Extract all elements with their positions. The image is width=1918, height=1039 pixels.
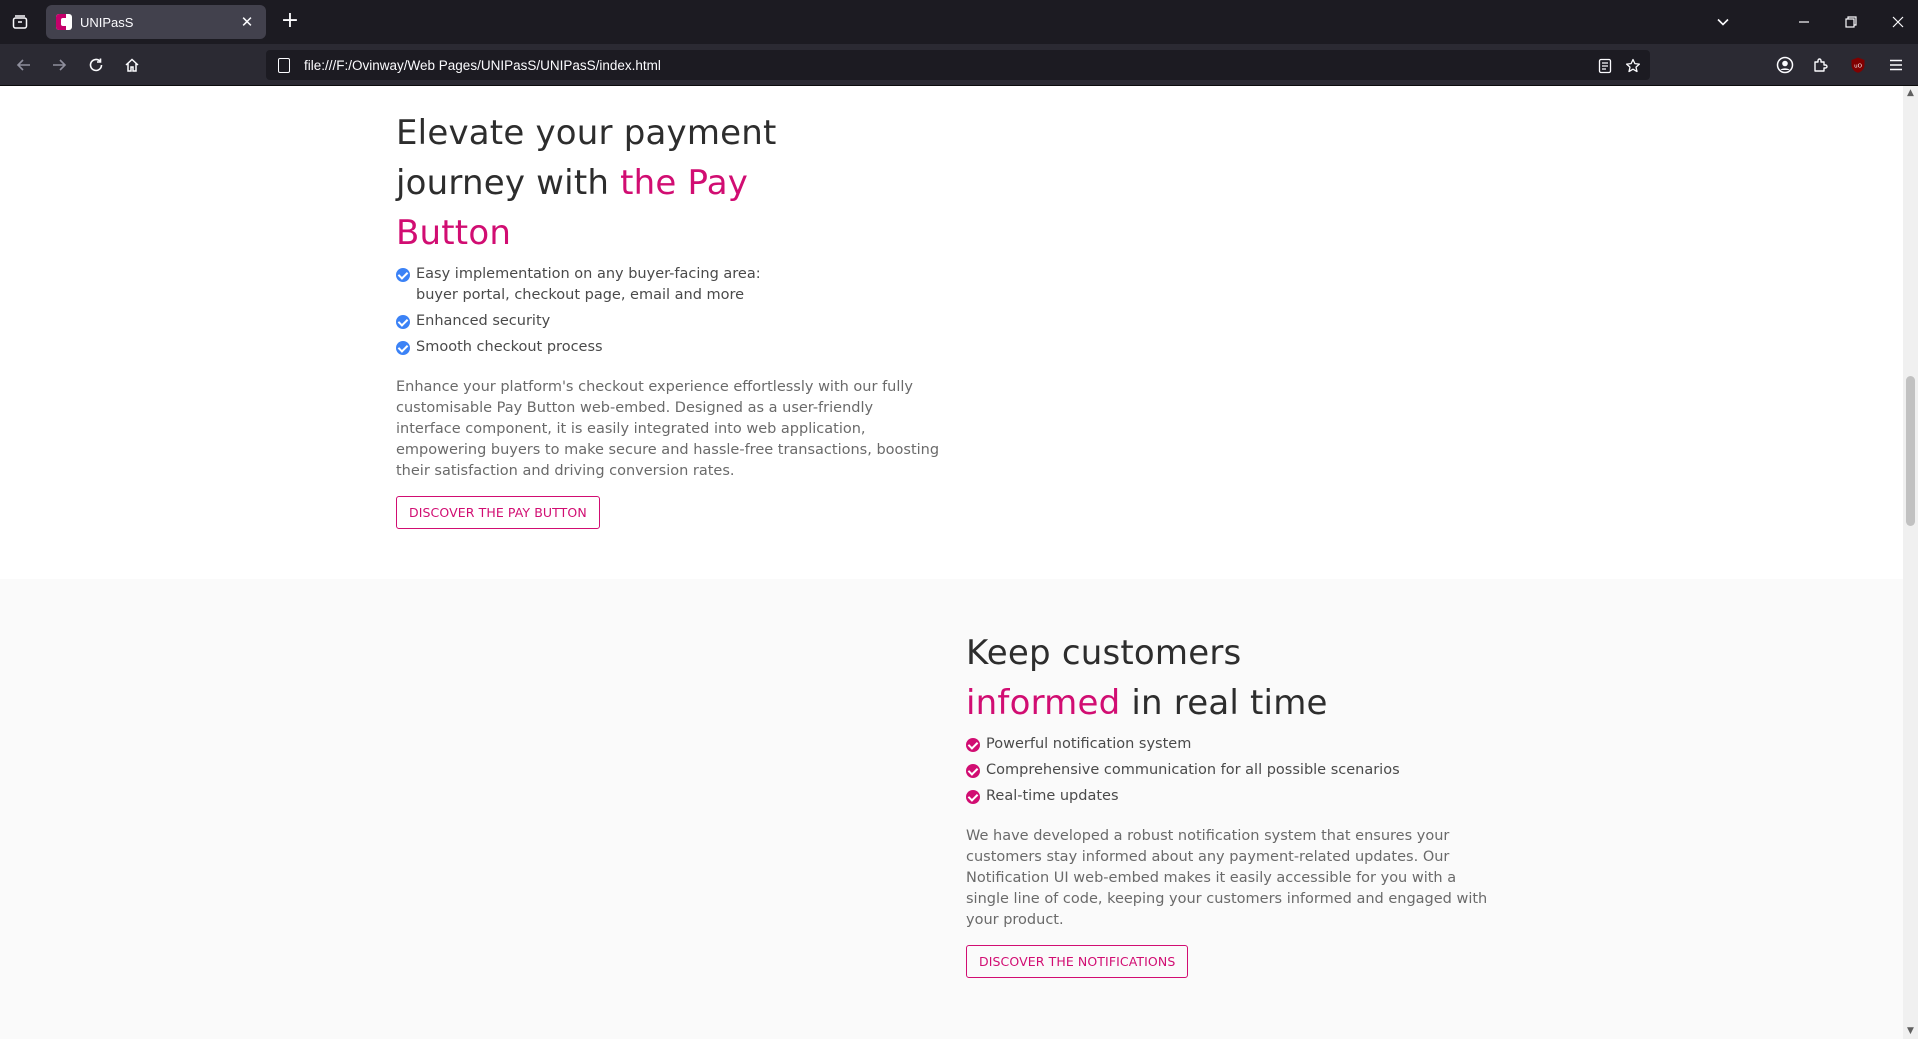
scroll-up-icon[interactable]: ▲ bbox=[1906, 88, 1915, 98]
arrow-left-icon[interactable] bbox=[12, 53, 36, 77]
home-icon[interactable] bbox=[120, 53, 144, 77]
notifications-section: Keep customers informed in real time Pow… bbox=[0, 579, 1903, 1039]
browser-tab-active[interactable]: UNIPasS ✕ bbox=[46, 5, 266, 39]
discover-pay-button-button[interactable]: DISCOVER THE PAY BUTTON bbox=[396, 496, 600, 529]
notifications-content: Keep customers informed in real time Pow… bbox=[966, 628, 1496, 978]
list-item: Real-time updates bbox=[966, 786, 1496, 807]
list-item: Smooth checkout process bbox=[396, 337, 941, 358]
scrollbar-thumb[interactable] bbox=[1906, 376, 1915, 526]
ublock-origin-icon[interactable]: uO bbox=[1846, 53, 1870, 77]
url-bar[interactable]: file:///F:/Ovinway/Web Pages/UNIPasS/UNI… bbox=[266, 50, 1650, 80]
pay-button-content: Elevate your payment journey with the Pa… bbox=[396, 108, 941, 529]
headline-line2: journey with bbox=[396, 163, 621, 203]
list-item: Enhanced security bbox=[396, 311, 941, 332]
list-item: Easy implementation on any buyer-facing … bbox=[396, 264, 941, 306]
page-icon bbox=[278, 57, 290, 73]
headline-accent-2: Button bbox=[396, 213, 512, 253]
page-scrollbar[interactable]: ▲ ▼ bbox=[1903, 86, 1918, 1039]
feature-text: Real-time updates bbox=[986, 788, 1119, 804]
svg-text:uO: uO bbox=[1854, 64, 1862, 70]
headline-accent: the Pay bbox=[620, 163, 749, 203]
notifications-description: We have developed a robust notification … bbox=[966, 828, 1488, 928]
chevron-down-icon[interactable] bbox=[1711, 10, 1735, 34]
star-icon[interactable] bbox=[1624, 57, 1642, 75]
page-viewport: Elevate your payment journey with the Pa… bbox=[0, 86, 1903, 1039]
feature-text: Powerful notification system bbox=[986, 736, 1192, 752]
puzzle-icon[interactable] bbox=[1809, 53, 1833, 77]
tab-title: UNIPasS bbox=[80, 14, 134, 30]
list-item: Comprehensive communication for all poss… bbox=[966, 760, 1496, 781]
minimize-icon[interactable] bbox=[1792, 10, 1816, 34]
headline-line1: Elevate your payment bbox=[396, 113, 777, 153]
feature-text: Easy implementation on any buyer-facing … bbox=[416, 266, 761, 303]
feature-text: Enhanced security bbox=[416, 313, 551, 329]
pay-button-section: Elevate your payment journey with the Pa… bbox=[0, 86, 1903, 579]
feature-list: Powerful notification system Comprehensi… bbox=[966, 734, 1496, 807]
check-circle-icon bbox=[396, 268, 410, 282]
check-circle-icon bbox=[966, 790, 980, 804]
pay-button-headline: Elevate your payment journey with the Pa… bbox=[396, 108, 941, 258]
discover-notifications-button[interactable]: DISCOVER THE NOTIFICATIONS bbox=[966, 945, 1189, 978]
arrow-right-icon[interactable] bbox=[47, 53, 71, 77]
restore-icon[interactable] bbox=[1839, 10, 1863, 34]
list-item: Powerful notification system bbox=[966, 734, 1496, 755]
close-icon[interactable]: ✕ bbox=[238, 13, 256, 31]
reload-icon[interactable] bbox=[84, 53, 108, 77]
scroll-down-icon[interactable]: ▼ bbox=[1906, 1026, 1915, 1036]
check-circle-icon bbox=[966, 764, 980, 778]
check-circle-icon bbox=[396, 341, 410, 355]
window-close-icon[interactable] bbox=[1886, 10, 1910, 34]
check-circle-icon bbox=[966, 738, 980, 752]
feature-list: Easy implementation on any buyer-facing … bbox=[396, 264, 941, 358]
hamburger-menu-icon[interactable] bbox=[1884, 53, 1908, 77]
pay-button-description: Enhance your platform's checkout experie… bbox=[396, 379, 940, 479]
tab-list-icon[interactable] bbox=[8, 10, 32, 34]
headline-accent: informed bbox=[966, 683, 1121, 723]
plus-icon[interactable]: + bbox=[278, 10, 302, 34]
browser-titlebar: UNIPasS ✕ + bbox=[0, 0, 1918, 44]
feature-text: Comprehensive communication for all poss… bbox=[986, 762, 1400, 778]
feature-text: Smooth checkout process bbox=[416, 339, 603, 355]
account-icon[interactable] bbox=[1773, 53, 1797, 77]
headline-line2: in real time bbox=[1120, 683, 1328, 723]
notifications-headline: Keep customers informed in real time bbox=[966, 628, 1496, 728]
check-circle-icon bbox=[396, 315, 410, 329]
headline-line1: Keep customers bbox=[966, 633, 1242, 673]
reader-view-icon[interactable] bbox=[1596, 57, 1614, 75]
url-text[interactable]: file:///F:/Ovinway/Web Pages/UNIPasS/UNI… bbox=[304, 58, 661, 73]
unipass-favicon-icon bbox=[56, 14, 72, 30]
